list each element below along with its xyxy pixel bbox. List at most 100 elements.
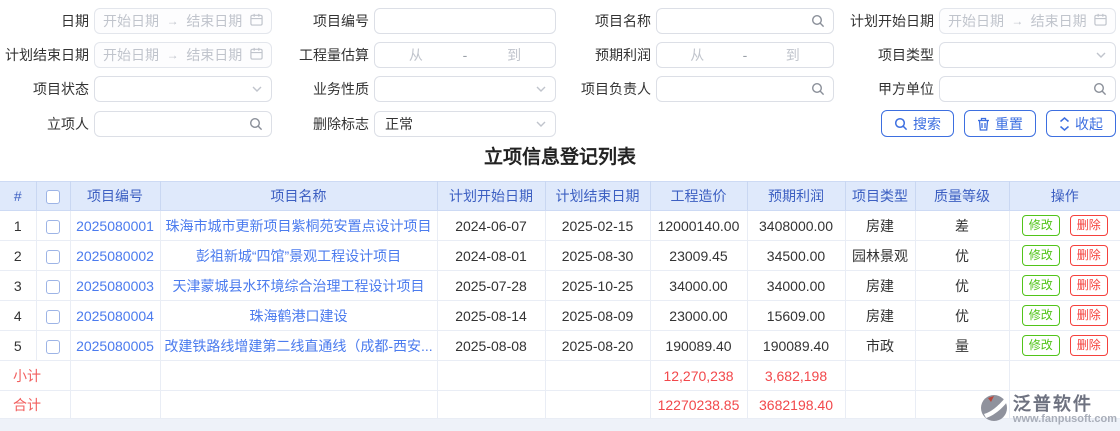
expected-profit: 34500.00 bbox=[747, 240, 846, 271]
delete-button[interactable]: 删除 bbox=[1069, 215, 1108, 236]
project-name-link[interactable]: 珠海鹤港口建设 bbox=[250, 308, 348, 324]
project-code-link[interactable]: 2025080001 bbox=[76, 218, 154, 234]
date-label: 日期 bbox=[61, 13, 89, 29]
project-code-input[interactable] bbox=[375, 9, 555, 33]
calendar-icon bbox=[250, 13, 263, 29]
initiator-input[interactable] bbox=[95, 111, 249, 136]
plan-start-range-picker[interactable]: 开始日期 → 结束日期 bbox=[939, 8, 1116, 34]
quantity-estimate-label: 工程量估算 bbox=[299, 47, 369, 63]
col-plan-start: 计划开始日期 bbox=[437, 181, 546, 211]
edit-button[interactable]: 修改 bbox=[1021, 245, 1060, 266]
total-profit: 3682198.40 bbox=[747, 390, 846, 419]
quality-grade: 差 bbox=[915, 210, 1010, 241]
business-nature-select[interactable] bbox=[374, 76, 556, 102]
delete-flag-label: 删除标志 bbox=[313, 115, 369, 132]
edit-button[interactable]: 修改 bbox=[1021, 215, 1060, 236]
quality-grade: 量 bbox=[915, 330, 1010, 361]
project-cost: 23000.00 bbox=[650, 300, 748, 331]
row-checkbox[interactable] bbox=[46, 249, 60, 264]
client-unit-input[interactable] bbox=[940, 77, 1093, 101]
form-buttons: 搜索 重置 收起 bbox=[561, 110, 1116, 137]
delete-button[interactable]: 删除 bbox=[1069, 245, 1108, 266]
edit-button[interactable]: 修改 bbox=[1021, 275, 1060, 296]
calendar-icon bbox=[250, 47, 263, 63]
delete-button[interactable]: 删除 bbox=[1069, 305, 1108, 326]
total-row: 合计 12270238.85 3682198.40 bbox=[0, 390, 1120, 419]
delete-flag-value: 正常 bbox=[385, 115, 413, 132]
edit-button[interactable]: 修改 bbox=[1021, 305, 1060, 326]
search-icon[interactable] bbox=[811, 82, 825, 96]
row-checkbox[interactable] bbox=[46, 219, 60, 234]
project-manager-input[interactable] bbox=[657, 77, 811, 101]
quality-grade: 优 bbox=[915, 300, 1010, 331]
delete-button[interactable]: 删除 bbox=[1069, 335, 1108, 356]
table-summary: 小计 12,270,238 3,682,198 合计 12270238.85 3… bbox=[0, 360, 1120, 419]
table-body: 1 2025080001 珠海市城市更新项目紫桐苑安置点设计项目 2024-06… bbox=[0, 210, 1120, 361]
plan-start-date: 2025-07-28 bbox=[437, 270, 546, 301]
search-icon[interactable] bbox=[1093, 82, 1107, 96]
plan-end-range-picker[interactable]: 开始日期 → 结束日期 bbox=[94, 42, 272, 68]
row-index: 1 bbox=[0, 210, 37, 241]
plan-end-date: 2025-08-20 bbox=[545, 330, 651, 361]
expected-profit: 34000.00 bbox=[747, 270, 846, 301]
quantity-estimate-range[interactable]: 从 - 到 bbox=[374, 42, 556, 68]
arrow-right-icon: → bbox=[166, 48, 179, 62]
calendar-icon bbox=[1094, 13, 1107, 29]
chevron-down-icon bbox=[535, 118, 547, 130]
project-name-link[interactable]: 珠海市城市更新项目紫桐苑安置点设计项目 bbox=[166, 218, 432, 234]
reset-button[interactable]: 重置 bbox=[964, 110, 1036, 137]
col-profit: 预期利润 bbox=[747, 181, 846, 211]
vendor-watermark: 泛普软件 www.fanpusoft.com bbox=[978, 392, 1117, 429]
project-code-link[interactable]: 2025080003 bbox=[76, 278, 154, 294]
project-name-link[interactable]: 改建铁路线增建第二线直通线（成都-西安... bbox=[164, 338, 432, 354]
project-name-link[interactable]: 彭祖新城“四馆”景观工程设计项目 bbox=[196, 248, 401, 264]
search-button[interactable]: 搜索 bbox=[881, 110, 954, 137]
subtotal-row: 小计 12,270,238 3,682,198 bbox=[0, 360, 1120, 391]
project-type: 房建 bbox=[845, 210, 916, 241]
project-type-select[interactable] bbox=[939, 42, 1116, 68]
search-icon[interactable] bbox=[811, 14, 825, 28]
table-header-row: # 项目编号 项目名称 计划开始日期 计划结束日期 工程造价 预期利润 项目类型… bbox=[0, 181, 1120, 211]
client-unit-label: 甲方单位 bbox=[878, 81, 934, 97]
delete-button[interactable]: 删除 bbox=[1069, 275, 1108, 296]
row-checkbox[interactable] bbox=[46, 339, 60, 354]
project-type: 房建 bbox=[845, 270, 916, 301]
subtotal-cost: 12,270,238 bbox=[650, 360, 748, 391]
project-code-link[interactable]: 2025080002 bbox=[76, 248, 154, 264]
col-project-name: 项目名称 bbox=[160, 181, 438, 211]
row-index: 2 bbox=[0, 240, 37, 271]
client-unit-field-wrap bbox=[939, 76, 1116, 102]
select-all-checkbox[interactable] bbox=[46, 190, 60, 205]
project-cost: 34000.00 bbox=[650, 270, 748, 301]
project-status-label: 项目状态 bbox=[33, 81, 89, 97]
expected-profit-range[interactable]: 从 - 到 bbox=[656, 42, 834, 68]
project-name-link[interactable]: 天津蒙城县水环境综合治理工程设计项目 bbox=[173, 278, 425, 294]
row-index: 3 bbox=[0, 270, 37, 301]
edit-button[interactable]: 修改 bbox=[1021, 335, 1060, 356]
subtotal-label: 小计 bbox=[0, 360, 71, 391]
search-icon[interactable] bbox=[249, 117, 263, 131]
project-code-link[interactable]: 2025080004 bbox=[76, 308, 154, 324]
project-list-table: # 项目编号 项目名称 计划开始日期 计划结束日期 工程造价 预期利润 项目类型… bbox=[0, 181, 1120, 419]
plan-end-date: 2025-08-30 bbox=[545, 240, 651, 271]
plan-start-label: 计划开始日期 bbox=[850, 13, 934, 29]
plan-start-date: 2025-08-14 bbox=[437, 300, 546, 331]
project-status-select[interactable] bbox=[94, 76, 272, 102]
project-code-link[interactable]: 2025080005 bbox=[76, 338, 154, 354]
date-range-picker[interactable]: 开始日期 → 结束日期 bbox=[94, 8, 272, 34]
row-checkbox[interactable] bbox=[46, 279, 60, 294]
plan-end-date: 2025-02-15 bbox=[545, 210, 651, 241]
row-checkbox[interactable] bbox=[46, 309, 60, 324]
watermark-brand: 泛普软件 bbox=[1012, 394, 1093, 415]
project-name-input[interactable] bbox=[657, 9, 811, 33]
delete-flag-select[interactable]: 正常 bbox=[374, 110, 556, 137]
plan-end-date: 2025-10-25 bbox=[545, 270, 651, 301]
search-form: 日期 开始日期 → 结束日期 项目编号 项目名称 计划开始日期 开始日期 → 结… bbox=[0, 0, 1120, 139]
col-index: # bbox=[0, 181, 37, 211]
expected-profit: 15609.00 bbox=[747, 300, 846, 331]
collapse-button[interactable]: 收起 bbox=[1046, 110, 1116, 137]
col-type: 项目类型 bbox=[845, 181, 916, 211]
chevron-down-icon bbox=[251, 83, 263, 95]
arrow-right-icon: → bbox=[166, 14, 179, 28]
page-title: 立项信息登记列表 bbox=[483, 147, 636, 168]
